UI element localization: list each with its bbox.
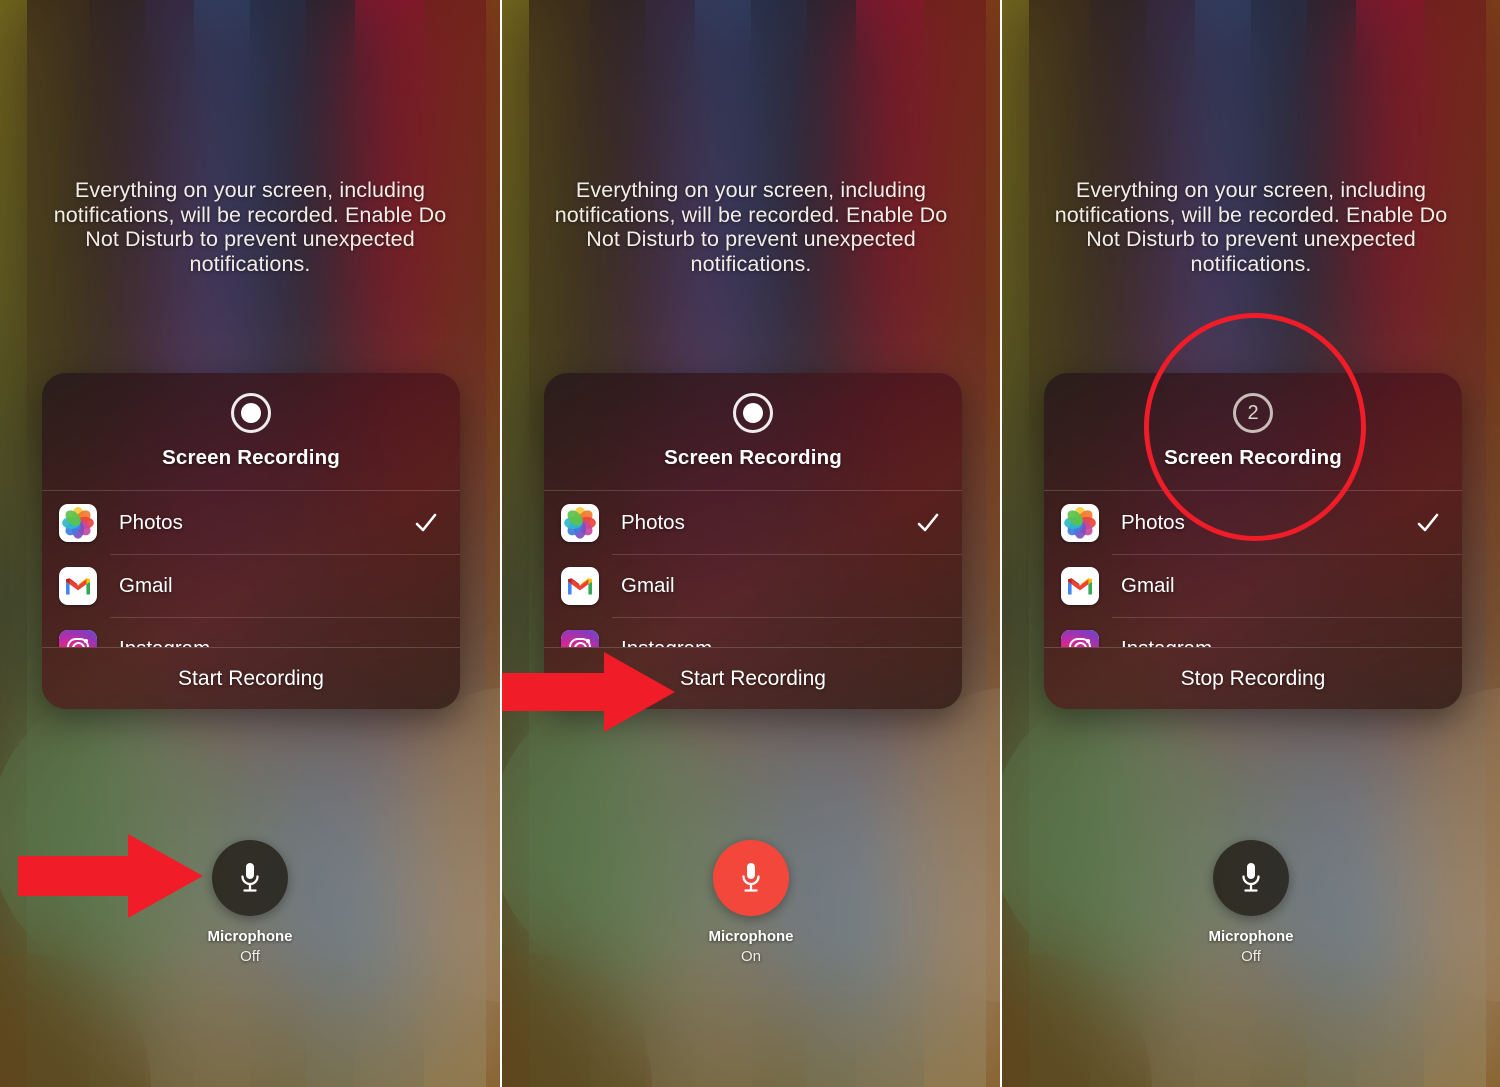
list-item[interactable]: Gmail (1044, 554, 1462, 617)
list-item-label: Photos (119, 510, 183, 534)
checkmark-icon (1417, 513, 1439, 531)
list-item[interactable]: Instagram (42, 617, 460, 647)
countdown-value: 2 (1247, 402, 1259, 424)
list-item[interactable]: Photos (1044, 491, 1462, 554)
start-recording-label: Start Recording (178, 666, 324, 690)
start-recording-button[interactable]: Start Recording (42, 647, 460, 709)
screen-recording-header: 2 Screen Recording (1044, 373, 1462, 490)
photos-icon (59, 503, 97, 542)
screen-recording-card: Screen Recording Photos Gmail Start Reco… (42, 373, 460, 709)
screen-recording-card: Screen Recording Photos Gmail Start Reco… (544, 373, 962, 709)
microphone-label: Microphone (207, 928, 293, 945)
countdown-indicator: 2 (1233, 393, 1273, 433)
three-panel-screenshot: Everything on your screen, including not… (0, 0, 1500, 1087)
microphone-icon (742, 863, 760, 892)
instagram-icon (59, 629, 97, 647)
microphone-control: Microphone Off (0, 840, 500, 965)
recording-instructions-text: Everything on your screen, including not… (1054, 178, 1448, 276)
list-item-label: Gmail (621, 573, 675, 597)
list-item-label: Instagram (1121, 637, 1212, 648)
list-item[interactable]: Gmail (42, 554, 460, 617)
microphone-state: On (740, 948, 761, 965)
microphone-state: Off (240, 948, 260, 965)
checkmark-icon (917, 513, 939, 531)
gmail-icon (561, 566, 599, 605)
panel-2: Everything on your screen, including not… (500, 0, 1000, 1087)
microphone-label: Microphone (708, 928, 794, 945)
microphone-icon (1242, 863, 1260, 892)
stop-recording-button[interactable]: Stop Recording (1044, 647, 1462, 709)
instagram-icon (561, 629, 599, 647)
list-item-label: Instagram (621, 637, 712, 648)
card-title: Screen Recording (1164, 446, 1342, 469)
list-item-label: Gmail (119, 573, 173, 597)
screen-recording-header: Screen Recording (544, 373, 962, 490)
start-recording-label: Start Recording (680, 666, 826, 690)
photos-icon (1061, 503, 1099, 542)
microphone-control: Microphone On (502, 840, 1000, 965)
stop-recording-label: Stop Recording (1180, 666, 1326, 690)
microphone-button[interactable] (1213, 840, 1289, 916)
list-item[interactable]: Instagram (1044, 617, 1462, 647)
instagram-icon (1061, 629, 1099, 647)
checkmark-icon (415, 513, 437, 531)
list-item-label: Instagram (119, 637, 210, 648)
destination-app-list[interactable]: Photos Gmail (42, 490, 460, 647)
list-item-label: Gmail (1121, 573, 1175, 597)
card-title: Screen Recording (162, 446, 340, 469)
recording-instructions-text: Everything on your screen, including not… (554, 178, 948, 276)
recording-instructions-text: Everything on your screen, including not… (53, 178, 447, 276)
panel-1: Everything on your screen, including not… (0, 0, 500, 1087)
list-item[interactable]: Photos (544, 491, 962, 554)
record-dot-icon (231, 393, 271, 433)
microphone-icon (241, 863, 259, 892)
microphone-button[interactable] (713, 840, 789, 916)
microphone-label: Microphone (1208, 928, 1294, 945)
photos-icon (561, 503, 599, 542)
screen-recording-card: 2 Screen Recording Photos Gmail Stop Rec… (1044, 373, 1462, 709)
list-item[interactable]: Photos (42, 491, 460, 554)
microphone-control: Microphone Off (1002, 840, 1500, 965)
microphone-button[interactable] (212, 840, 288, 916)
microphone-state: Off (1241, 948, 1261, 965)
screen-recording-header: Screen Recording (42, 373, 460, 490)
destination-app-list[interactable]: Photos Gmail (544, 490, 962, 647)
gmail-icon (1061, 566, 1099, 605)
panel-3: Everything on your screen, including not… (1000, 0, 1500, 1087)
list-item-label: Photos (621, 510, 685, 534)
record-dot-icon (733, 393, 773, 433)
gmail-icon (59, 566, 97, 605)
card-title: Screen Recording (664, 446, 842, 469)
destination-app-list[interactable]: Photos Gmail (1044, 490, 1462, 647)
list-item[interactable]: Instagram (544, 617, 962, 647)
list-item-label: Photos (1121, 510, 1185, 534)
list-item[interactable]: Gmail (544, 554, 962, 617)
start-recording-button[interactable]: Start Recording (544, 647, 962, 709)
